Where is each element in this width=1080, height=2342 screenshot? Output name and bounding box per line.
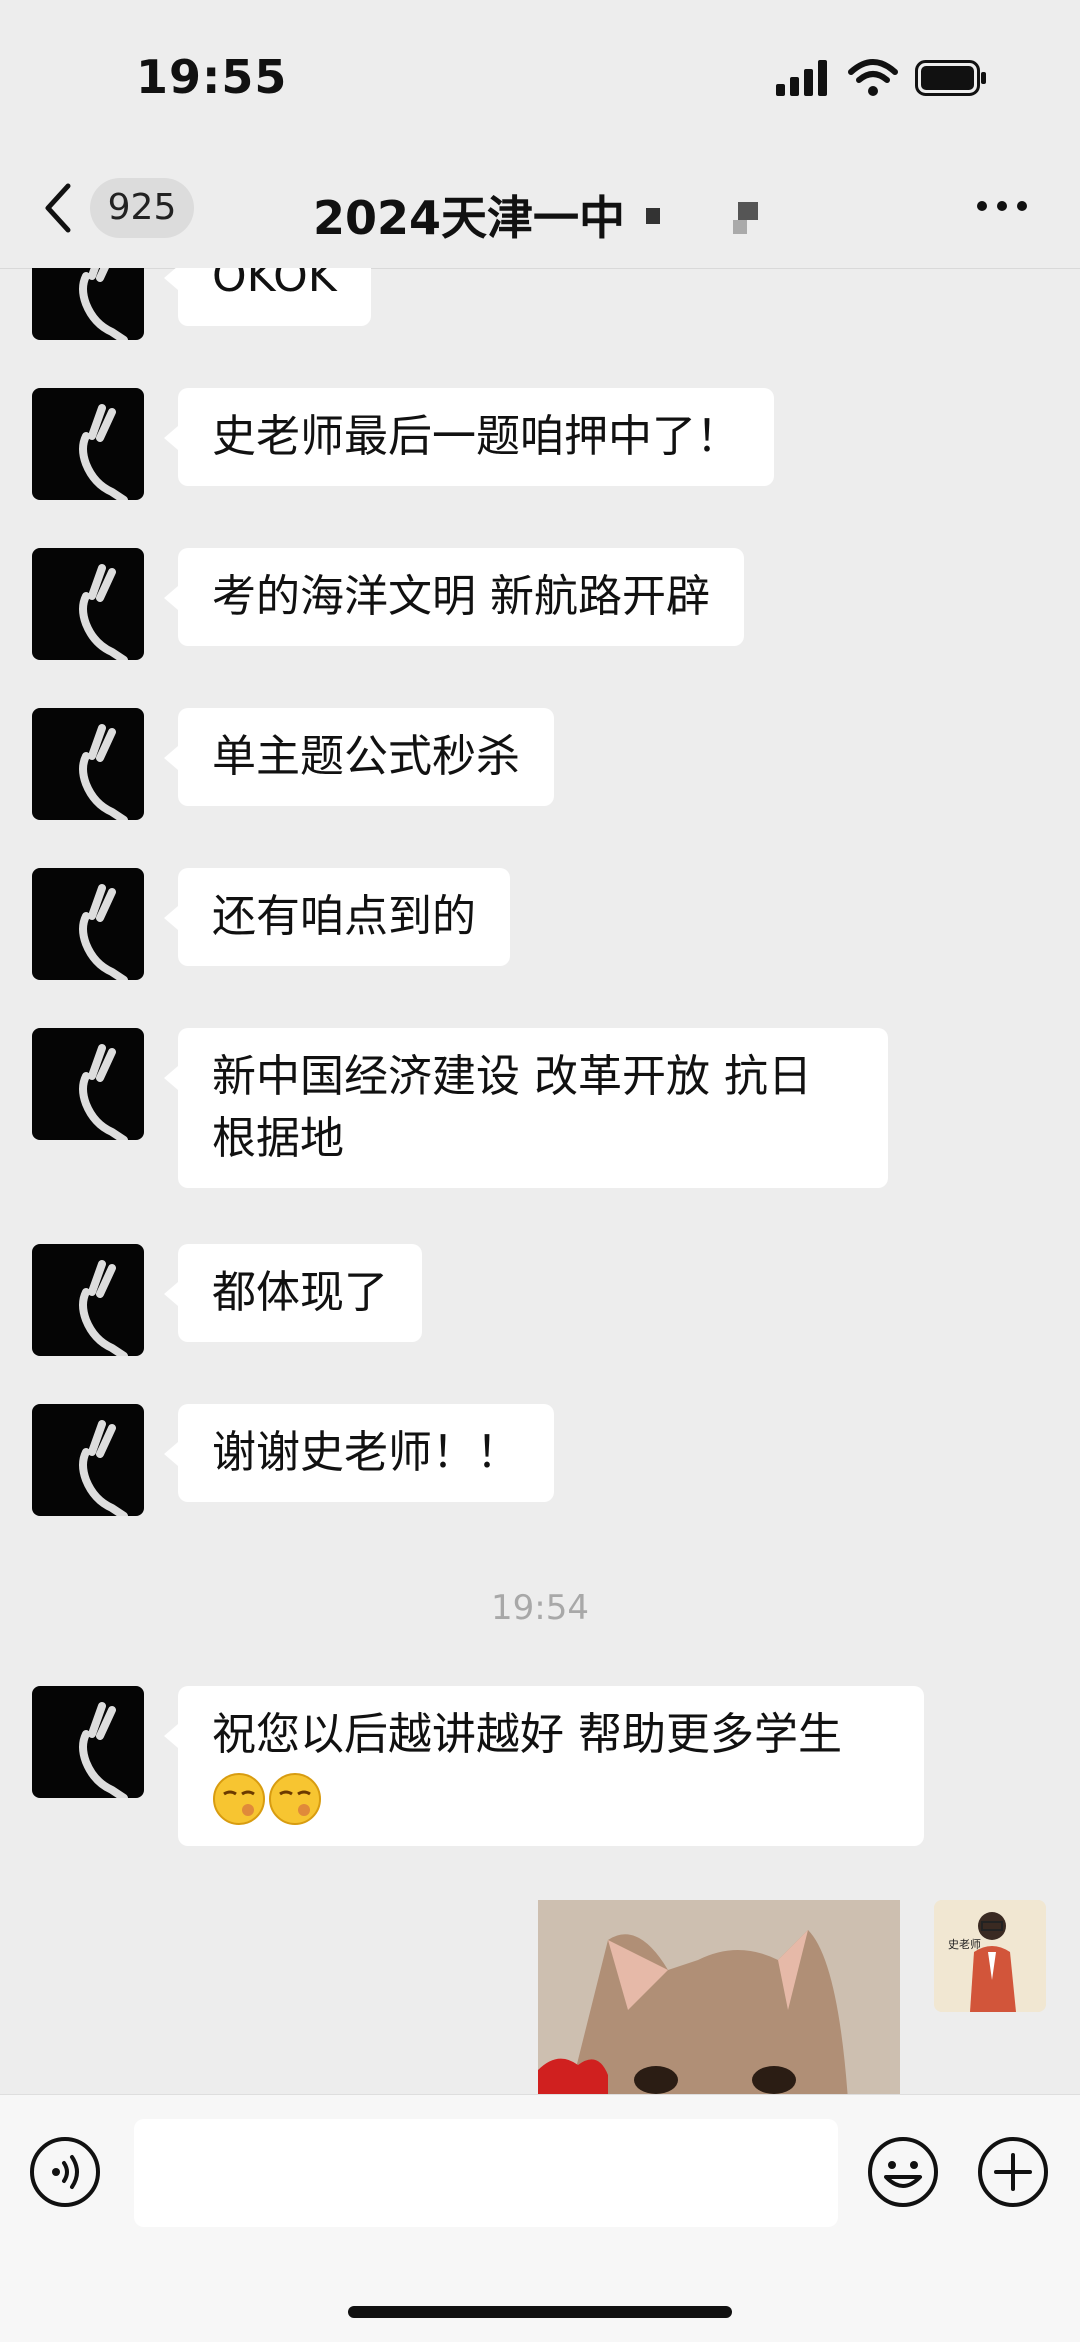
message-list[interactable]: OKOK 史老师最后一题咱押中了！ 考的海洋文明 新航路开辟 单主题公式秒杀 还… (0, 268, 1080, 2094)
cat-sticker-image[interactable] (538, 1900, 900, 2094)
status-bar: 19:55 (0, 0, 1080, 150)
message-timestamp: 19:54 (491, 1588, 589, 1628)
redacted-mark (733, 220, 747, 234)
smirk-emoji-icon (213, 1773, 265, 1825)
emoji-face-icon[interactable] (866, 2135, 940, 2209)
message-bubble[interactable]: 谢谢史老师！！ (164, 1404, 554, 1502)
more-dots-icon[interactable] (974, 194, 1030, 218)
avatar-label: 史老师 (948, 1938, 981, 1951)
message-bubble[interactable]: OKOK (164, 268, 371, 326)
redacted-mark (738, 202, 758, 220)
message-bubble[interactable]: 新中国经济建设 改革开放 抗日根据地 (164, 1028, 888, 1188)
message-bubble[interactable]: 史老师最后一题咱押中了！ (164, 388, 774, 486)
avatar[interactable] (32, 1028, 144, 1140)
avatar[interactable] (32, 708, 144, 820)
avatar[interactable] (32, 388, 144, 500)
home-indicator[interactable] (348, 2306, 732, 2318)
message-bubble[interactable]: 祝您以后越讲越好 帮助更多学生 (164, 1686, 924, 1846)
avatar[interactable] (32, 1404, 144, 1516)
plus-circle-icon[interactable] (976, 2135, 1050, 2209)
avatar[interactable] (32, 548, 144, 660)
cellular-signal-icon (776, 60, 827, 96)
input-bar (0, 2094, 1080, 2342)
chat-header: 925 2024天津一中 (0, 150, 1080, 269)
message-bubble[interactable]: 还有咱点到的 (164, 868, 510, 966)
message-bubble[interactable]: 单主题公式秒杀 (164, 708, 554, 806)
avatar[interactable] (32, 268, 144, 340)
wifi-icon (848, 59, 898, 96)
message-text: 祝您以后越讲越好 帮助更多学生 (212, 1709, 842, 1760)
message-input[interactable] (134, 2119, 838, 2227)
redacted-mark (646, 208, 660, 224)
avatar[interactable] (32, 868, 144, 980)
battery-icon (915, 60, 986, 96)
voice-icon[interactable] (28, 2135, 102, 2209)
unread-count-badge[interactable]: 925 (90, 178, 194, 238)
chat-title: 2024天津一中 (313, 191, 626, 245)
status-time: 19:55 (136, 50, 288, 104)
chevron-left-icon[interactable] (40, 180, 76, 236)
avatar[interactable] (32, 1686, 144, 1798)
avatar[interactable] (32, 1244, 144, 1356)
my-avatar[interactable]: 史老师 (934, 1900, 1046, 2012)
message-bubble[interactable]: 考的海洋文明 新航路开辟 (164, 548, 744, 646)
smirk-emoji-icon (269, 1773, 321, 1825)
message-bubble[interactable]: 都体现了 (164, 1244, 422, 1342)
